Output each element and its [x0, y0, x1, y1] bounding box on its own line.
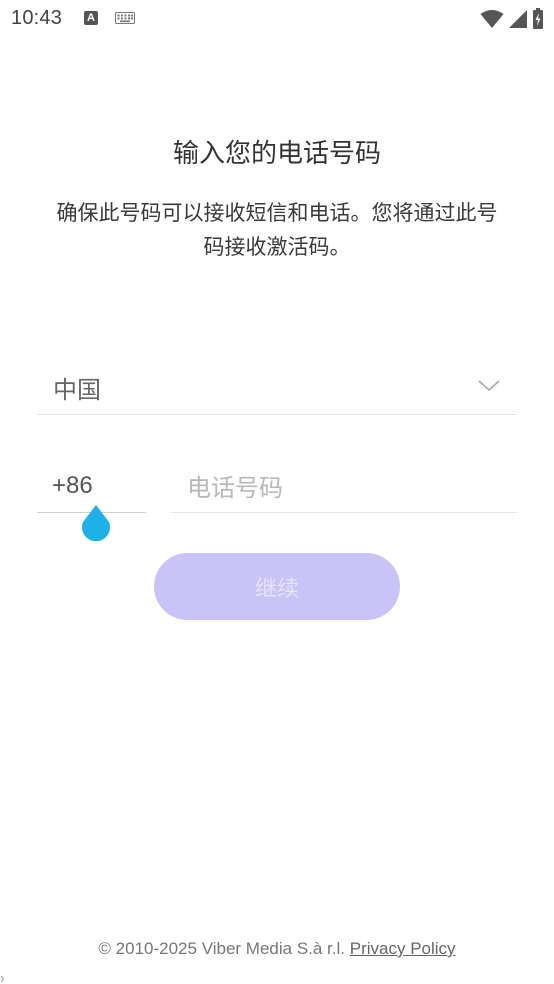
phone-number-input[interactable] [171, 463, 517, 513]
continue-button[interactable]: 继续 [154, 553, 400, 620]
privacy-policy-link[interactable]: Privacy Policy [350, 939, 456, 958]
country-code-value: +86 [52, 472, 93, 499]
page-subtitle: 确保此号码可以接收短信和电话。您将通过此号码接收激活码。 [56, 201, 498, 259]
cellular-signal-icon [509, 10, 527, 28]
corner-decoration-icon [0, 976, 4, 982]
status-indicators [480, 8, 544, 30]
status-time: 10:43 [11, 7, 63, 29]
text-notification-icon: A [84, 11, 98, 25]
battery-icon [533, 8, 543, 29]
country-selector[interactable]: 中国 [37, 360, 517, 415]
country-name: 中国 [53, 376, 101, 404]
text-cursor-handle-icon[interactable] [79, 503, 113, 543]
status-bar: 10:43 A [0, 0, 554, 38]
wifi-icon [480, 10, 504, 28]
chevron-down-icon [478, 380, 500, 392]
footer: © 2010-2025 Viber Media S.à r.l. Privacy… [0, 939, 554, 959]
copyright-text: © 2010-2025 Viber Media S.à r.l. [98, 939, 346, 958]
keyboard-icon [115, 12, 135, 24]
page-title: 输入您的电话号码 [172, 139, 381, 169]
